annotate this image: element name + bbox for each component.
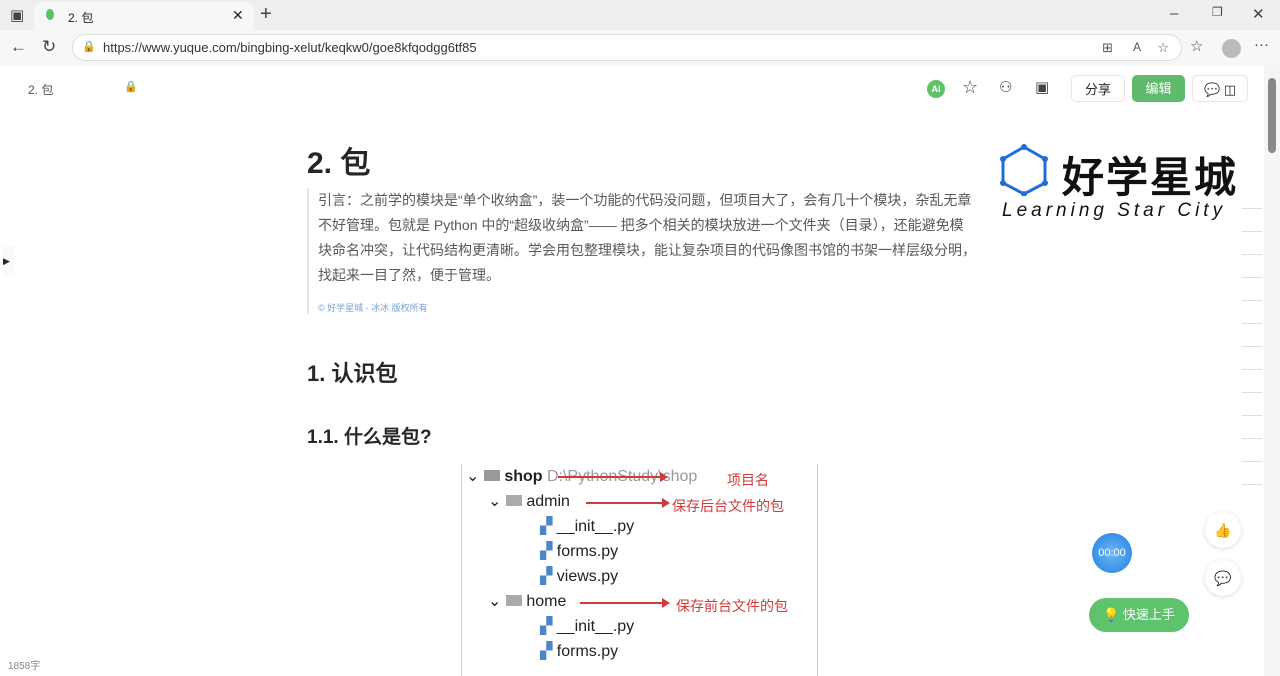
- comment-icon[interactable]: 💬: [1205, 560, 1241, 596]
- package-tree-image: ⌄ shop D:\PythonStudy\shop 项目名 ⌄ admin 保…: [461, 464, 818, 676]
- document-title: 2. 包: [307, 147, 371, 180]
- annotation: 项目名: [727, 472, 769, 488]
- read-aloud-icon[interactable]: A: [1133, 35, 1141, 60]
- browser-tab-bar: ▣ 2. 包 ✕ + – ❐ ✕: [0, 0, 1280, 30]
- arrow-icon: [580, 598, 670, 608]
- breadcrumb-title[interactable]: 2. 包: [28, 81, 53, 98]
- edit-button[interactable]: 编辑: [1132, 75, 1185, 102]
- logo-en: Learning Star City: [1002, 200, 1227, 221]
- root-folder: shop: [504, 468, 543, 485]
- profile-avatar[interactable]: [1222, 39, 1241, 58]
- file: forms.py: [556, 543, 619, 560]
- present-icon[interactable]: ▣: [1035, 78, 1049, 96]
- star-icon[interactable]: ☆: [962, 77, 978, 98]
- quote-text: 引言：之前学的模块是“单个收纳盒”，装一个功能的代码没问题，但项目大了，会有几十…: [318, 192, 976, 283]
- logo-cn: 好学星城: [1062, 154, 1239, 201]
- arrow-icon: [586, 498, 670, 508]
- file: forms.py: [556, 643, 619, 660]
- toc-markers: [1242, 186, 1262, 486]
- lock-icon: 🔒: [124, 81, 138, 93]
- quick-start-label: 快速上手: [1122, 607, 1175, 622]
- heading-1-1: 1.1. 什么是包?: [307, 427, 432, 448]
- scrollbar[interactable]: [1264, 66, 1280, 676]
- favorites-icon[interactable]: ☆: [1190, 37, 1203, 55]
- minimize-icon[interactable]: –: [1170, 5, 1178, 22]
- annotation: 保存前台文件的包: [676, 598, 788, 614]
- like-icon[interactable]: 👍: [1205, 512, 1241, 548]
- yuque-favicon-icon: [46, 9, 54, 20]
- annotation: 保存后台文件的包: [672, 498, 784, 514]
- word-count: 1858字: [8, 661, 41, 672]
- python-file-icon: ▞: [540, 568, 553, 585]
- apps-icon[interactable]: ⊞: [1102, 35, 1113, 60]
- add-collaborator-icon[interactable]: ⚇: [999, 78, 1012, 96]
- intro-quote: 引言：之前学的模块是“单个收纳盒”，装一个功能的代码没问题，但项目大了，会有几十…: [307, 188, 977, 314]
- document-page: 2. 包 🔒 AI ☆ ⚇ ▣ 分享 编辑 💬 ◫ ▶ 2. 包 引言：之前学的…: [0, 66, 1280, 676]
- arrow-icon: [558, 472, 668, 482]
- copyright-note: © 好学星城 - 冰冰 版权所有: [318, 303, 428, 313]
- python-file-icon: ▞: [540, 543, 553, 560]
- file: __init__.py: [556, 618, 635, 635]
- browser-tab[interactable]: 2. 包 ✕: [34, 2, 254, 30]
- sidebar-toggle-icon[interactable]: ◫: [1224, 82, 1236, 97]
- expand-sidebar-icon[interactable]: ▶: [3, 246, 15, 276]
- new-tab-icon[interactable]: +: [260, 3, 272, 26]
- admin-folder: admin: [526, 493, 570, 510]
- lock-icon: 🔒: [82, 41, 96, 53]
- python-file-icon: ▞: [540, 643, 553, 660]
- more-icon[interactable]: ···: [1254, 36, 1269, 53]
- comment-icon[interactable]: 💬: [1204, 82, 1220, 97]
- lightbulb-icon: 💡: [1103, 607, 1120, 622]
- url-input[interactable]: 🔒 https://www.yuque.com/bingbing-xelut/k…: [72, 34, 1182, 61]
- close-tab-icon[interactable]: ✕: [232, 7, 244, 24]
- tab-title: 2. 包: [68, 11, 94, 25]
- heading-1: 1. 认识包: [307, 361, 398, 386]
- back-icon[interactable]: ←: [10, 37, 27, 57]
- close-window-icon[interactable]: ✕: [1252, 5, 1265, 23]
- quick-start-button[interactable]: 💡 快速上手: [1089, 598, 1189, 632]
- favorite-icon[interactable]: ☆: [1157, 35, 1169, 60]
- tab-actions-icon[interactable]: ▣: [10, 6, 24, 24]
- chevron-down-icon: ⌄: [488, 593, 502, 610]
- file: views.py: [556, 568, 619, 585]
- share-button[interactable]: 分享: [1071, 75, 1125, 102]
- url-text: https://www.yuque.com/bingbing-xelut/keq…: [103, 40, 477, 55]
- folder-icon: [483, 470, 500, 481]
- logo-hexagon-icon: [1000, 144, 1048, 196]
- python-file-icon: ▞: [540, 518, 553, 535]
- document-header: 2. 包 🔒 AI ☆ ⚇ ▣ 分享 编辑 💬 ◫: [0, 66, 1264, 110]
- timer-button[interactable]: 00:00: [1092, 533, 1132, 573]
- side-actions: 💬 ◫: [1192, 75, 1248, 102]
- logo: 好学星城 Learning Star City: [1000, 144, 1260, 224]
- folder-icon: [505, 495, 522, 506]
- refresh-icon[interactable]: ↻: [42, 37, 56, 57]
- ai-assistant-button[interactable]: AI: [927, 80, 945, 98]
- chevron-down-icon: ⌄: [488, 493, 502, 510]
- restore-icon[interactable]: ❐: [1212, 5, 1223, 19]
- folder-icon: [505, 595, 522, 606]
- chevron-down-icon: ⌄: [466, 468, 480, 485]
- file: __init__.py: [556, 518, 635, 535]
- address-bar-row: ← ↻ 🔒 https://www.yuque.com/bingbing-xel…: [0, 30, 1280, 66]
- scrollbar-thumb[interactable]: [1268, 78, 1276, 153]
- home-folder: home: [526, 593, 567, 610]
- python-file-icon: ▞: [540, 618, 553, 635]
